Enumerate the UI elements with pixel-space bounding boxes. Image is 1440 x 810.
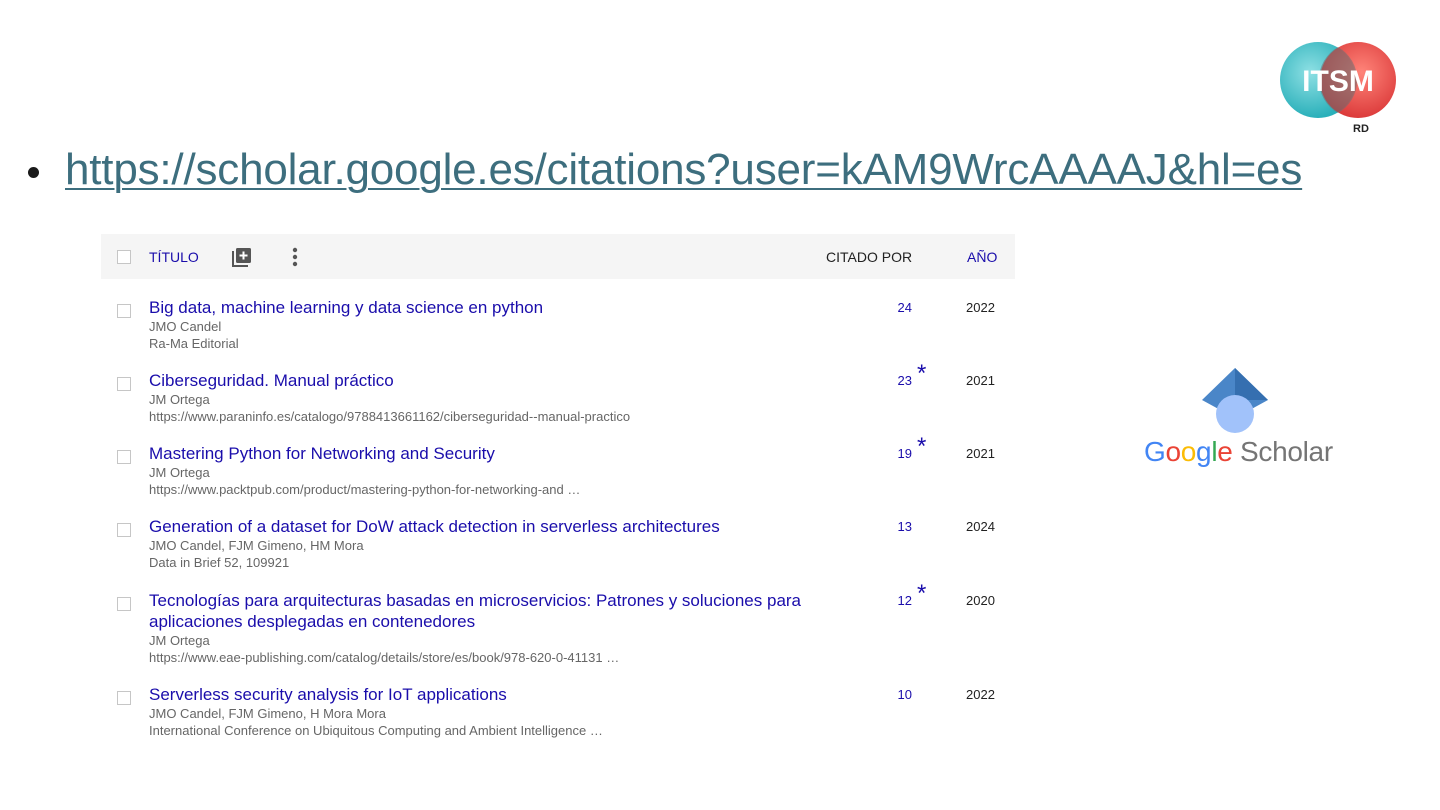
publication-venue: https://www.packtpub.com/product/masteri… (149, 482, 581, 497)
publication-title[interactable]: Tecnologías para arquitecturas basadas e… (149, 590, 819, 632)
publication-year: 2022 (966, 687, 995, 702)
publication-venue: Ra-Ma Editorial (149, 336, 239, 351)
row-checkbox[interactable] (117, 377, 131, 391)
publications-table: TÍTULO CITADO POR AÑO Big data, machine … (101, 234, 1015, 738)
publication-authors: JM Ortega (149, 465, 210, 480)
citation-count[interactable]: 12 (898, 593, 912, 608)
citation-count[interactable]: 24 (898, 300, 912, 315)
itsm-logo: ITSM RD (1280, 42, 1396, 135)
title-column-header[interactable]: TÍTULO (149, 249, 199, 265)
merged-citations-star[interactable]: * (917, 580, 926, 608)
add-to-library-icon[interactable] (231, 246, 253, 268)
google-letter: G (1144, 436, 1166, 467)
publication-year: 2022 (966, 300, 995, 315)
publication-venue: https://www.paraninfo.es/catalogo/978841… (149, 409, 631, 424)
publication-title[interactable]: Big data, machine learning y data scienc… (149, 297, 819, 318)
publication-venue: International Conference on Ubiquitous C… (149, 723, 603, 738)
google-scholar-cap-icon (1202, 368, 1268, 433)
publication-title[interactable]: Ciberseguridad. Manual práctico (149, 370, 819, 391)
citation-count[interactable]: 10 (898, 687, 912, 702)
publication-title[interactable]: Mastering Python for Networking and Secu… (149, 443, 819, 464)
publication-year: 2021 (966, 446, 995, 461)
publication-year: 2021 (966, 373, 995, 388)
publication-authors: JMO Candel, FJM Gimeno, H Mora Mora (149, 706, 386, 721)
publication-venue: Data in Brief 52, 109921 (149, 555, 290, 570)
cited-by-column-header[interactable]: CITADO POR (826, 249, 912, 265)
google-wordmark: Google (1144, 436, 1233, 467)
google-letter: o (1180, 436, 1197, 467)
merged-citations-star[interactable]: * (917, 360, 926, 388)
bullet-dot (28, 166, 39, 178)
citation-count[interactable]: 13 (898, 519, 912, 534)
row-checkbox[interactable] (117, 523, 131, 537)
publication-year: 2024 (966, 519, 995, 534)
publication-authors: JM Ortega (149, 633, 210, 648)
publication-title[interactable]: Serverless security analysis for IoT app… (149, 684, 819, 705)
google-scholar-logo: Google Scholar (1144, 436, 1333, 468)
more-options-icon[interactable] (291, 246, 299, 268)
citation-count[interactable]: 19 (898, 446, 912, 461)
scholar-profile-link[interactable]: https://scholar.google.es/citations?user… (65, 145, 1302, 195)
publication-authors: JMO Candel (149, 319, 222, 334)
row-checkbox[interactable] (117, 597, 131, 611)
publication-title[interactable]: Generation of a dataset for DoW attack d… (149, 516, 819, 537)
row-checkbox[interactable] (117, 450, 131, 464)
year-column-header[interactable]: AÑO (967, 249, 997, 265)
logo-subtext: RD (1353, 123, 1369, 135)
row-checkbox[interactable] (117, 691, 131, 705)
google-letter: g (1196, 436, 1212, 467)
publication-authors: JM Ortega (149, 392, 210, 407)
logo-text: ITSM (1302, 65, 1374, 98)
merged-citations-star[interactable]: * (917, 433, 926, 461)
google-letter: o (1165, 436, 1181, 467)
scholar-wordmark: Scholar (1240, 436, 1333, 467)
row-checkbox[interactable] (117, 304, 131, 318)
bullet-item: https://scholar.google.es/citations?user… (28, 140, 1302, 200)
citation-count[interactable]: 23 (898, 373, 912, 388)
google-letter: e (1217, 436, 1233, 467)
publication-year: 2020 (966, 593, 995, 608)
publication-venue: https://www.eae-publishing.com/catalog/d… (149, 650, 620, 665)
table-header: TÍTULO CITADO POR AÑO (101, 234, 1015, 279)
publication-authors: JMO Candel, FJM Gimeno, HM Mora (149, 538, 364, 553)
select-all-checkbox[interactable] (117, 250, 131, 264)
